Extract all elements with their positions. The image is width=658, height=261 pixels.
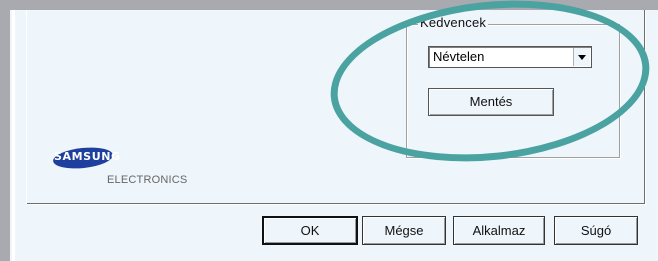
logo-subtitle: ELECTRONICS bbox=[107, 174, 188, 186]
logo-brand: SAMSUNG bbox=[54, 150, 121, 163]
chevron-down-icon[interactable] bbox=[573, 48, 590, 66]
ok-button[interactable]: OK bbox=[262, 216, 358, 245]
cancel-button[interactable]: Mégse bbox=[362, 216, 446, 245]
save-button[interactable]: Mentés bbox=[428, 88, 554, 116]
tab-panel-edge bbox=[26, 10, 27, 204]
help-button[interactable]: Súgó bbox=[554, 216, 638, 245]
window-frame-top bbox=[0, 0, 658, 10]
favorites-dropdown-value: Névtelen bbox=[433, 49, 485, 64]
favorites-dropdown[interactable]: Névtelen bbox=[428, 46, 592, 68]
dialog-edge bbox=[12, 10, 15, 261]
apply-button[interactable]: Alkalmaz bbox=[453, 216, 545, 245]
window-frame-left bbox=[0, 0, 10, 261]
favorites-group-title: Kedvencek bbox=[418, 15, 489, 30]
